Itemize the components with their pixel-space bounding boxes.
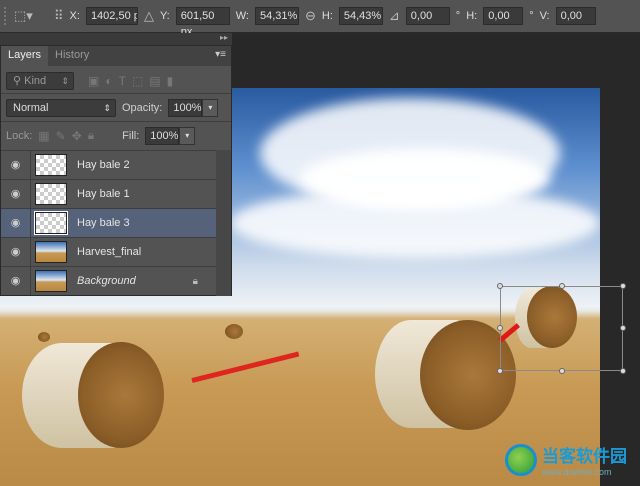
y-label: Y: [159, 10, 170, 22]
transform-handle[interactable] [559, 368, 565, 374]
transform-handle[interactable] [620, 283, 626, 289]
fill-field[interactable]: 100% [145, 126, 180, 145]
w-label: W: [235, 10, 249, 22]
layer-thumbnail [35, 183, 67, 205]
layer-row-selected[interactable]: ◉ Hay bale 3 [1, 208, 216, 237]
layer-row[interactable]: ◉ Hay bale 2 [1, 150, 216, 179]
lock-icon: 🔒︎ [192, 275, 198, 287]
reference-point-icon[interactable]: ⠿ [54, 8, 64, 24]
degree-symbol: ° [529, 10, 534, 22]
layer-thumbnail [35, 270, 67, 292]
layers-panel: Layers History ▾≡ ⚲ Kind ⇕ ▣ ◐ T ⬚ ▤ ▮ No… [0, 45, 232, 296]
filter-toggle-icon[interactable]: ▮ [167, 74, 174, 88]
visibility-eye-icon[interactable]: ◉ [1, 209, 31, 237]
opacity-field[interactable]: 100% [168, 98, 203, 117]
lock-pixels-icon[interactable]: ✎ [56, 129, 66, 143]
width-field[interactable]: 54,31% [254, 7, 299, 25]
layer-name[interactable]: Harvest_final [77, 246, 141, 258]
layer-row[interactable]: ◉ Harvest_final [1, 237, 216, 266]
link-icon[interactable]: ⊖ [305, 8, 316, 24]
opacity-dropdown[interactable]: ▾ [202, 98, 219, 117]
x-field[interactable]: 1402,50 p [85, 7, 138, 25]
layer-row[interactable]: ◉ Background 🔒︎ [1, 266, 216, 295]
vskew-field[interactable]: 0,00 [555, 7, 596, 25]
watermark-url: www.downkr.com [542, 467, 612, 477]
visibility-eye-icon[interactable]: ◉ [1, 238, 31, 266]
relative-position-icon[interactable]: △ [144, 8, 154, 24]
smart-object-thumbnail [35, 241, 67, 263]
opacity-label: Opacity: [122, 101, 163, 114]
visibility-eye-icon[interactable]: ◉ [1, 180, 31, 208]
vskew-label: V: [539, 10, 550, 22]
layer-name[interactable]: Hay bale 1 [77, 188, 130, 200]
layer-name[interactable]: Hay bale 3 [77, 217, 130, 229]
lock-label: Lock: [6, 129, 33, 142]
visibility-eye-icon[interactable]: ◉ [1, 267, 31, 295]
filter-smartobject-icon[interactable]: ▤ [149, 74, 160, 88]
panel-menu-icon[interactable]: ▾≡ [215, 49, 226, 60]
layers-list: ◉ Hay bale 2 ◉ Hay bale 1 ◉ Hay bale 3 ◉ Har… [1, 150, 216, 295]
transform-handle[interactable] [559, 283, 565, 289]
transform-handle[interactable] [620, 368, 626, 374]
watermark: 当客软件园 www.downkr.com [542, 442, 627, 477]
tab-history[interactable]: History [48, 46, 96, 66]
h-label: H: [321, 10, 333, 22]
tab-layers[interactable]: Layers [1, 46, 49, 66]
transform-bounding-box[interactable] [497, 283, 626, 374]
fill-dropdown[interactable]: ▾ [179, 126, 196, 145]
transform-handle[interactable] [497, 325, 503, 331]
rotate-field[interactable]: 0,00 [405, 7, 450, 25]
transform-tool-icon[interactable]: ⬚▾ [14, 8, 48, 24]
panel-collapse-button[interactable]: ▸▸ [0, 33, 232, 45]
lock-position-icon[interactable]: ✥ [72, 129, 82, 143]
visibility-eye-icon[interactable]: ◉ [1, 151, 31, 179]
filter-shape-icon[interactable]: ⬚ [132, 74, 143, 88]
watermark-title: 当客软件园 [542, 447, 627, 466]
filter-type-icon[interactable]: T [119, 74, 126, 88]
watermark-logo [505, 444, 537, 476]
height-field[interactable]: 54,43% [338, 7, 383, 25]
rotate-angle-icon: ⊿ [388, 8, 400, 23]
blend-mode-select[interactable]: Normal ⇕ [6, 98, 116, 117]
layers-scrollbar[interactable] [216, 150, 231, 296]
grip-handle[interactable] [4, 7, 8, 25]
x-label: X: [69, 10, 80, 22]
filter-kind-label: Kind [24, 74, 47, 87]
blend-mode-value: Normal [13, 101, 49, 114]
lock-all-icon[interactable]: 🔒︎ [88, 128, 94, 143]
layer-name[interactable]: Hay bale 2 [77, 159, 130, 171]
hskew-label: H: [466, 10, 478, 22]
transform-handle[interactable] [620, 325, 626, 331]
options-bar: ⬚▾ ⠿ X: 1402,50 p △ Y: 601,50 px W: 54,3… [0, 0, 640, 38]
transform-handle[interactable] [497, 368, 503, 374]
degree-symbol: ° [455, 10, 461, 22]
layer-thumbnail [34, 211, 68, 235]
transform-handle[interactable] [497, 283, 503, 289]
fill-label: Fill: [122, 129, 140, 142]
hskew-field[interactable]: 0,00 [483, 7, 524, 25]
y-field[interactable]: 601,50 px [175, 7, 230, 38]
filter-pixel-icon[interactable]: ▣ [88, 74, 99, 88]
layer-thumbnail [35, 154, 67, 176]
layer-row[interactable]: ◉ Hay bale 1 [1, 179, 216, 208]
filter-adjustment-icon[interactable]: ◐ [105, 74, 112, 88]
layer-name[interactable]: Background [77, 275, 136, 287]
filter-kind-select[interactable]: ⚲ Kind ⇕ [6, 71, 74, 90]
lock-transparent-icon[interactable]: ▦ [38, 129, 49, 143]
